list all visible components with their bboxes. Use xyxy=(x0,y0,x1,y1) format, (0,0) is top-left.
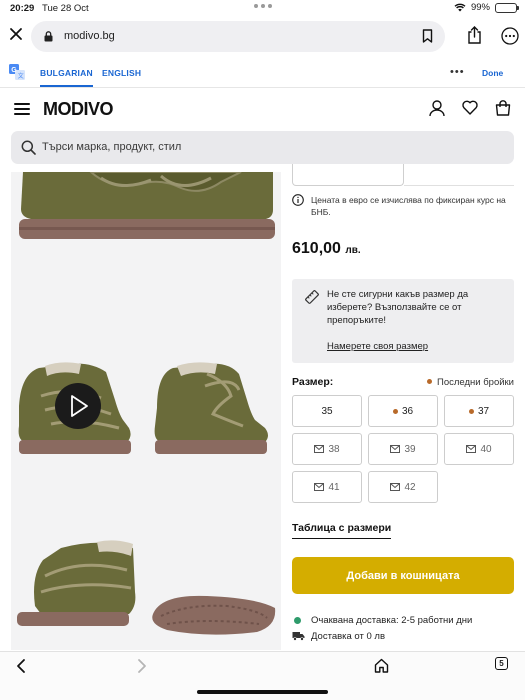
browser-address-row: modivo.bg xyxy=(0,18,525,54)
status-bar: 20:29 Tue 28 Oct 99% xyxy=(0,0,525,18)
battery-icon xyxy=(495,2,519,13)
product-image-3[interactable] xyxy=(147,316,281,494)
svg-text:文: 文 xyxy=(18,72,24,80)
size-option-39[interactable]: 39 xyxy=(368,433,438,465)
wishlist-heart-icon[interactable] xyxy=(462,100,478,115)
shipping-info: Доставка от 0 лв xyxy=(292,631,385,642)
product-video-thumbnail[interactable] xyxy=(11,316,145,494)
address-bar[interactable]: modivo.bg xyxy=(31,21,445,52)
product-image-5[interactable] xyxy=(147,496,281,650)
info-icon xyxy=(292,194,304,206)
size-option-36[interactable]: 36 xyxy=(368,395,438,427)
last-items-dot xyxy=(392,408,398,414)
shipping-text: Доставка от 0 лв xyxy=(311,631,386,642)
translate-bar: G文 BULGARIAN ENGLISH ••• Done xyxy=(0,58,525,88)
add-to-cart-button[interactable]: Добави в кошницата xyxy=(292,557,514,594)
lang-tab-english[interactable]: ENGLISH xyxy=(102,68,141,78)
search-icon xyxy=(21,140,36,155)
share-icon[interactable] xyxy=(467,26,482,44)
lang-tab-bulgarian[interactable]: BULGARIAN xyxy=(40,68,93,87)
svg-text:G: G xyxy=(11,67,17,74)
envelope-icon xyxy=(314,445,325,453)
home-icon[interactable] xyxy=(374,658,389,673)
price-currency: лв. xyxy=(345,245,361,256)
size-option-40[interactable]: 40 xyxy=(444,433,514,465)
lock-icon xyxy=(44,31,53,42)
size-label: Размер: xyxy=(292,376,334,388)
color-option-2[interactable] xyxy=(404,164,514,186)
status-time: 20:29 xyxy=(10,3,35,14)
browser-toolbar: 5 xyxy=(0,651,525,700)
find-size-link[interactable]: Намерете своя размер xyxy=(327,341,428,352)
price-value: 610,00 xyxy=(292,240,341,257)
wifi-icon xyxy=(454,3,466,12)
close-icon[interactable] xyxy=(9,27,23,41)
envelope-icon xyxy=(390,445,401,453)
last-items-dot xyxy=(468,408,474,414)
battery-percent: 99% xyxy=(470,2,490,13)
size-option-35[interactable]: 35 xyxy=(292,395,362,427)
size-option-41[interactable]: 41 xyxy=(292,471,362,503)
ruler-icon xyxy=(305,290,319,304)
size-table-link[interactable]: Таблица с размери xyxy=(292,522,392,539)
envelope-icon xyxy=(466,445,477,453)
product-gallery xyxy=(11,172,281,650)
product-image-4[interactable] xyxy=(11,496,145,650)
google-translate-icon: G文 xyxy=(9,64,25,80)
translate-done-button[interactable]: Done xyxy=(482,68,503,78)
bookmark-icon[interactable] xyxy=(422,29,433,43)
euro-price-note: Цената в евро се изчислява по фиксиран к… xyxy=(292,194,514,218)
product-price: 610,00 лв. xyxy=(292,240,361,258)
search-input[interactable]: Търси марка, продукт, стил xyxy=(11,131,514,164)
delivery-estimate: Очаквана доставка: 2-5 работни дни xyxy=(292,615,472,626)
size-help-text: Не сте сигурни какъв размер да изберете?… xyxy=(327,289,469,326)
forward-icon[interactable] xyxy=(136,658,148,674)
envelope-icon xyxy=(390,483,401,491)
cart-bag-icon[interactable] xyxy=(495,100,511,116)
account-icon[interactable] xyxy=(429,100,445,117)
translate-more-icon[interactable]: ••• xyxy=(450,66,465,78)
size-help-box: Не сте сигурни какъв размер да изберете?… xyxy=(292,279,514,363)
truck-icon xyxy=(292,632,305,641)
menu-icon[interactable] xyxy=(14,103,30,115)
last-items-legend: Последни бройки xyxy=(427,377,514,388)
site-header: MODIVO xyxy=(0,90,525,130)
color-option[interactable] xyxy=(292,164,404,186)
tabs-icon[interactable]: 5 xyxy=(495,657,508,670)
size-option-37[interactable]: 37 xyxy=(444,395,514,427)
more-icon[interactable] xyxy=(501,27,519,45)
product-image-1[interactable] xyxy=(11,172,281,314)
back-icon[interactable] xyxy=(15,658,27,674)
envelope-icon xyxy=(314,483,325,491)
size-option-38[interactable]: 38 xyxy=(292,433,362,465)
url-text: modivo.bg xyxy=(64,30,115,42)
status-date: Tue 28 Oct xyxy=(42,3,89,14)
site-logo[interactable]: MODIVO xyxy=(43,99,114,120)
multitask-dots[interactable] xyxy=(254,4,272,8)
euro-note-text: Цената в евро се изчислява по фиксиран к… xyxy=(311,195,506,217)
search-placeholder: Търси марка, продукт, стил xyxy=(42,141,182,153)
home-indicator[interactable] xyxy=(197,690,328,694)
size-option-42[interactable]: 42 xyxy=(368,471,438,503)
